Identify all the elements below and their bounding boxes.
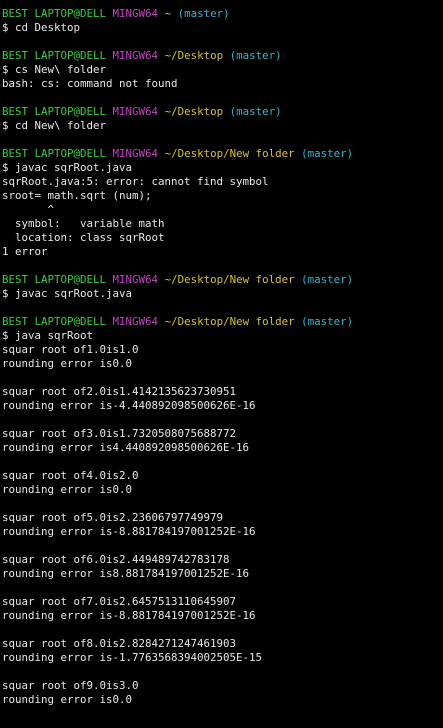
prompt-user: BEST LAPTOP@DELL bbox=[2, 7, 107, 20]
output-line: squar root of7.0is2.6457513110645907 bbox=[2, 595, 237, 608]
output-line: squar root of9.0is3.0 bbox=[2, 679, 139, 692]
prompt-header: BEST LAPTOP@DELL MINGW64 ~ (master) bbox=[2, 7, 443, 21]
output-line: squar root of3.0is1.7320508075688772 bbox=[2, 427, 237, 440]
prompt-header: BEST LAPTOP@DELL MINGW64 ~/Desktop/New f… bbox=[2, 315, 443, 329]
output-line: squar root of2.0is1.4142135623730951 bbox=[2, 385, 237, 398]
output-line: location: class sqrRoot bbox=[2, 231, 165, 244]
prompt-path: ~/Desktop/New folder bbox=[164, 315, 295, 328]
prompt-branch: (master) bbox=[301, 315, 354, 328]
output-line: squar root of6.0is2.449489742783178 bbox=[2, 553, 230, 566]
prompt-branch: (master) bbox=[229, 105, 282, 118]
prompt-host: MINGW64 bbox=[112, 49, 159, 62]
prompt-host: MINGW64 bbox=[112, 315, 159, 328]
output-line: rounding error is8.881784197001252E-16 bbox=[2, 567, 250, 580]
prompt-user: BEST LAPTOP@DELL bbox=[2, 147, 107, 160]
command-line: $ cd New\ folder bbox=[2, 119, 107, 132]
output-line: bash: cs: command not found bbox=[2, 77, 178, 90]
prompt-path: ~/Desktop bbox=[164, 49, 224, 62]
command-line: $ cd Desktop bbox=[2, 21, 81, 34]
output-line: rounding error is-8.881784197001252E-16 bbox=[2, 525, 256, 538]
prompt-header: BEST LAPTOP@DELL MINGW64 ~/Desktop (mast… bbox=[2, 49, 443, 63]
output-line: rounding error is-8.881784197001252E-16 bbox=[2, 609, 256, 622]
output-line: squar root of8.0is2.8284271247461903 bbox=[2, 637, 237, 650]
output-line: squar root of1.0is1.0 bbox=[2, 343, 139, 356]
prompt-host: MINGW64 bbox=[112, 105, 159, 118]
output-line: symbol: variable math bbox=[2, 217, 165, 230]
prompt-host: MINGW64 bbox=[112, 273, 159, 286]
output-line: rounding error is0.0 bbox=[2, 483, 133, 496]
prompt-user: BEST LAPTOP@DELL bbox=[2, 315, 107, 328]
prompt-host: MINGW64 bbox=[112, 147, 159, 160]
prompt-path: ~/Desktop/New folder bbox=[164, 147, 295, 160]
command-line: $ cs New\ folder bbox=[2, 63, 107, 76]
output-line: rounding error is4.440892098500626E-16 bbox=[2, 441, 250, 454]
command-line: $ java sqrRoot bbox=[2, 329, 94, 342]
output-line: squar root of5.0is2.23606797749979 bbox=[2, 511, 224, 524]
output-line: rounding error is0.0 bbox=[2, 357, 133, 370]
prompt-path: ~/Desktop bbox=[164, 105, 224, 118]
prompt-header: BEST LAPTOP@DELL MINGW64 ~/Desktop/New f… bbox=[2, 147, 443, 161]
prompt-user: BEST LAPTOP@DELL bbox=[2, 273, 107, 286]
output-line: rounding error is-1.7763568394002505E-15 bbox=[2, 651, 263, 664]
prompt-branch: (master) bbox=[177, 7, 230, 20]
prompt-user: BEST LAPTOP@DELL bbox=[2, 49, 107, 62]
prompt-header: BEST LAPTOP@DELL MINGW64 ~/Desktop/New f… bbox=[2, 273, 443, 287]
command-line: $ javac sqrRoot.java bbox=[2, 287, 133, 300]
prompt-path: ~/Desktop/New folder bbox=[164, 273, 295, 286]
prompt-user: BEST LAPTOP@DELL bbox=[2, 105, 107, 118]
output-line: rounding error is0.0 bbox=[2, 693, 133, 706]
prompt-host: MINGW64 bbox=[112, 7, 159, 20]
output-line: sqrRoot.java:5: error: cannot find symbo… bbox=[2, 175, 269, 188]
output-line: ^ bbox=[2, 203, 55, 216]
prompt-header: BEST LAPTOP@DELL MINGW64 ~/Desktop (mast… bbox=[2, 105, 443, 119]
prompt-path: ~ bbox=[164, 7, 172, 20]
terminal-window[interactable]: BEST LAPTOP@DELL MINGW64 ~ (master) $ cd … bbox=[0, 0, 443, 728]
prompt-branch: (master) bbox=[301, 147, 354, 160]
prompt-branch: (master) bbox=[229, 49, 282, 62]
prompt-branch: (master) bbox=[301, 273, 354, 286]
output-line: 1 error bbox=[2, 245, 48, 258]
output-line: squar root of4.0is2.0 bbox=[2, 469, 139, 482]
output-line: rounding error is-4.440892098500626E-16 bbox=[2, 399, 256, 412]
command-line: $ javac sqrRoot.java bbox=[2, 161, 133, 174]
output-line: sroot= math.sqrt (num); bbox=[2, 189, 152, 202]
